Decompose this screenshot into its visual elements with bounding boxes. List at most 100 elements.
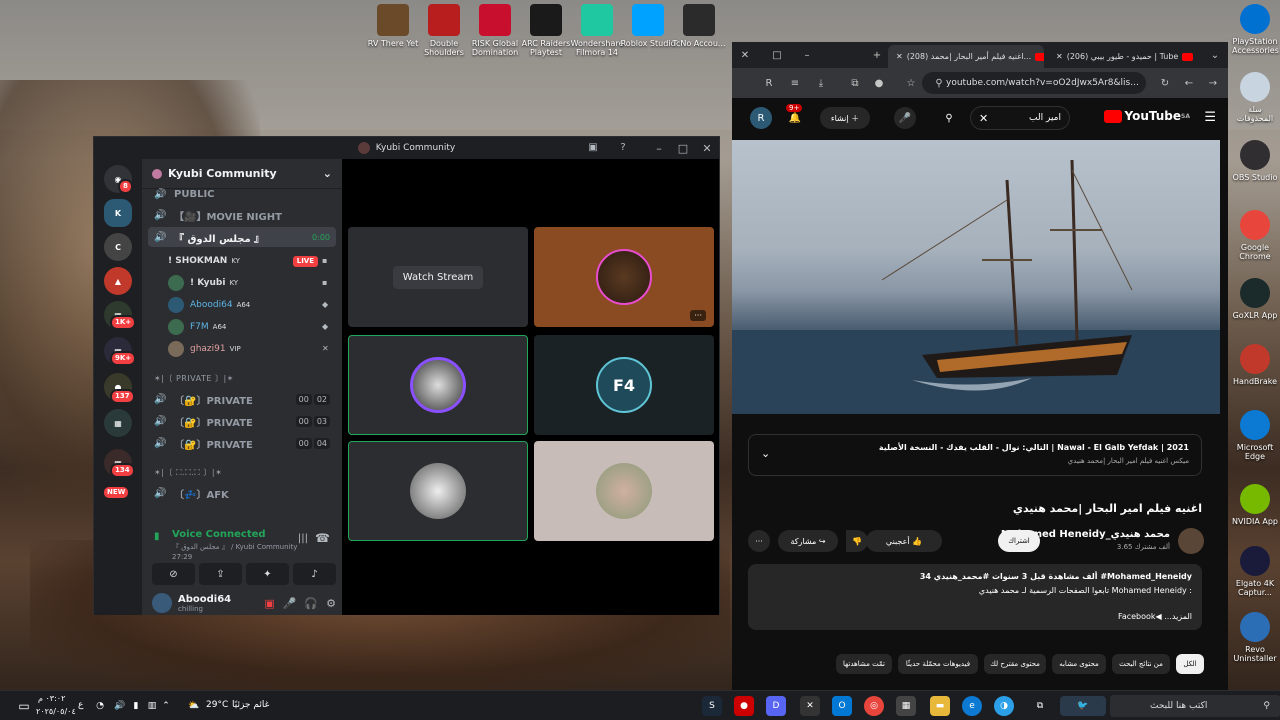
taskbar-search-input[interactable]: اكتب هنا للبحث ⚲ [1110, 695, 1280, 717]
voice-status[interactable]: Voice Connected [172, 529, 266, 540]
channel-movie-night[interactable]: 🔊 【🎥】MOVIE NIGHT [148, 205, 336, 225]
channel-afk[interactable]: 🔊 〔💤〕AFK [148, 483, 336, 503]
show-desktop-icon[interactable]: ▭ [14, 696, 34, 716]
desktop-shortcut[interactable]: PlayStation Accessories [1232, 4, 1279, 55]
soundboard-button[interactable]: ♪ [293, 563, 336, 585]
back-icon[interactable]: → [1206, 76, 1220, 90]
new-tab-icon[interactable]: + [870, 48, 884, 62]
desktop-shortcut[interactable]: ARC Raiders Playtest [517, 4, 575, 57]
search-input[interactable]: ✕ امير الب [970, 106, 1070, 130]
mic-icon[interactable]: 🎤 [283, 597, 297, 610]
desktop-shortcut[interactable]: TcNo Accou... [670, 4, 728, 48]
voice-user[interactable]: ! Kyubi KY ▪ [168, 273, 336, 293]
channel-private-3[interactable]: 🔊 〔🔐〕PRIVATE 00 04 [148, 433, 336, 453]
tab-active[interactable]: ✕ (208) اغنيه فيلم أمير البحار |محمد... [888, 45, 1044, 68]
chip-all[interactable]: الكل [1176, 654, 1204, 674]
server-folder-3[interactable]: ▦ [104, 409, 132, 437]
chevron-up-icon[interactable]: ⌃ [156, 696, 176, 716]
stream-tile[interactable]: Watch Stream [348, 227, 528, 327]
desktop-shortcut[interactable]: OBS Studio [1232, 140, 1278, 182]
camera-off-button[interactable]: ⊘ [152, 563, 195, 585]
disconnect-icon[interactable]: ☎ [315, 531, 330, 545]
desktop-shortcut[interactable]: NVIDIA App [1232, 484, 1278, 526]
close-button[interactable]: ✕ [695, 137, 719, 159]
noise-suppression-icon[interactable]: ||| [298, 533, 308, 544]
user-tile-speaking[interactable]: ··· [534, 227, 714, 327]
extension-icon[interactable]: R [762, 76, 776, 90]
desktop-shortcut[interactable]: HandBrake [1232, 344, 1278, 386]
url-bar[interactable]: youtube.com/watch?v=oO2dJwx5Ar8&lis... [922, 72, 1146, 94]
close-icon[interactable]: ✕ [896, 52, 903, 61]
voice-user[interactable]: Aboodi64 A64 ◆ [168, 295, 336, 315]
desktop-shortcut[interactable]: Revo Uninstaller [1232, 612, 1278, 663]
task-view-icon[interactable]: ⧉ [1030, 696, 1050, 716]
user-tile[interactable] [348, 335, 528, 435]
desktop-shortcut[interactable]: RISK Global Domination [466, 4, 524, 57]
clock-date[interactable]: ٢٠٢٥/٠٥/٠٤ [36, 707, 76, 716]
desktop-shortcut[interactable]: سلة المحذوفات [1232, 72, 1278, 123]
subscribe-button[interactable]: اشتراك [998, 530, 1040, 552]
help-icon[interactable]: ? [616, 140, 630, 154]
chevron-down-icon[interactable]: ⌄ [761, 447, 770, 460]
clear-icon[interactable]: ✕ [979, 112, 988, 125]
clock-time[interactable]: ٠٣:٠٢ م [38, 694, 65, 703]
category-afk[interactable]: ✶|〔 ⛶.⛶.⛶ 〕|✶ [154, 467, 222, 478]
server-customs[interactable]: C [104, 233, 132, 261]
screen-share-button[interactable]: ⇪ [199, 563, 242, 585]
menu-icon[interactable]: ☰ [1204, 110, 1216, 125]
more-options-button[interactable]: ··· [690, 310, 706, 321]
user-tile[interactable] [534, 441, 714, 541]
youtube-logo[interactable]: YouTube SA [1103, 109, 1190, 123]
channel-public[interactable]: 🔊 PUBLIC [148, 187, 336, 201]
description-box[interactable]: 34 ألف مشاهدة قبل 3 سنوات #محمد_هنيدي #M… [748, 564, 1202, 630]
reload-icon[interactable]: ↻ [1158, 76, 1172, 90]
stream-preview-icon[interactable]: ▪ [322, 278, 332, 288]
maximize-button[interactable]: □ [671, 137, 695, 159]
file-explorer-icon[interactable]: ▬ [930, 696, 950, 716]
more-actions-button[interactable]: ··· [748, 530, 770, 552]
server-header[interactable]: Kyubi Community ⌄ [142, 159, 342, 189]
voice-channel[interactable]: 『 مجلس الدوق 』 / Kyubi Community [172, 542, 297, 552]
profile-avatar[interactable]: R [750, 107, 772, 129]
share-button[interactable]: مشاركة ↪ [778, 530, 838, 552]
create-button[interactable]: إنشاء ＋ [820, 107, 870, 129]
desktop-shortcut[interactable]: Wondershare Filmora 14 [568, 4, 626, 57]
app-icon[interactable]: ✕ [800, 696, 820, 716]
chip-recent-uploads[interactable]: فيديوهات محمّلة حديثًا [898, 654, 978, 674]
headset-icon[interactable]: 🎧 [304, 597, 318, 610]
voice-user[interactable]: F7M A64 ◆ [168, 317, 336, 337]
stream-preview-icon[interactable]: ▪ [322, 256, 332, 266]
desktop-shortcut[interactable]: GoXLR App [1232, 278, 1278, 320]
show-more-link[interactable]: Facebook◀ ...المزيد [1118, 612, 1192, 621]
tab-search-icon[interactable]: ⌄ [1208, 48, 1222, 62]
like-button[interactable]: أعجبني 👍 [866, 530, 942, 552]
site-info-icon[interactable]: ⚲ [932, 76, 946, 90]
close-icon[interactable]: ✕ [738, 48, 752, 62]
tab-inactive[interactable]: ✕ (206) حميدو - طيور بيبي | Tube [1048, 45, 1204, 68]
steam-icon[interactable]: S [702, 696, 722, 716]
chip-similar[interactable]: محتوى مشابه [1052, 654, 1106, 674]
dislike-button[interactable]: 👎 [846, 530, 868, 552]
extensions-puzzle-icon[interactable]: ⧉ [848, 76, 862, 90]
settings-gear-icon[interactable]: ⚙ [326, 597, 336, 610]
minimize-button[interactable]: – [647, 137, 671, 159]
playlist-next-bar[interactable]: ⌄ التالي: نوال - القلب يفدك - النسخة الأ… [748, 434, 1202, 476]
voice-user[interactable]: ! SHOKMAN KY LIVE ▪ [168, 251, 336, 271]
server-kyubi[interactable]: K [104, 199, 132, 227]
desktop-shortcut[interactable]: Roblox Studio [619, 4, 677, 48]
app-icon[interactable]: ● [734, 696, 754, 716]
channel-avatar[interactable] [1178, 528, 1204, 554]
voice-user[interactable]: ghazi91 VIP ✕ [168, 339, 336, 359]
server-icon-3[interactable]: ▲ [104, 267, 132, 295]
wifi-icon[interactable]: ◔ [90, 696, 110, 716]
extension-icon[interactable]: ● [872, 76, 886, 90]
minimize-icon[interactable]: – [800, 48, 814, 62]
desktop-shortcut[interactable]: Double Shoulders [415, 4, 473, 57]
desktop-shortcut[interactable]: RV There Yet [364, 4, 422, 48]
chrome-icon[interactable]: ◎ [864, 696, 884, 716]
activities-button[interactable]: ✦ [246, 563, 289, 585]
desktop-shortcut[interactable]: Elgato 4K Captur... [1232, 546, 1278, 597]
chip-watched[interactable]: تمّت مشاهدتها [836, 654, 892, 674]
bookmark-star-icon[interactable]: ☆ [904, 76, 918, 90]
download-icon[interactable]: ⤓ [814, 76, 828, 90]
